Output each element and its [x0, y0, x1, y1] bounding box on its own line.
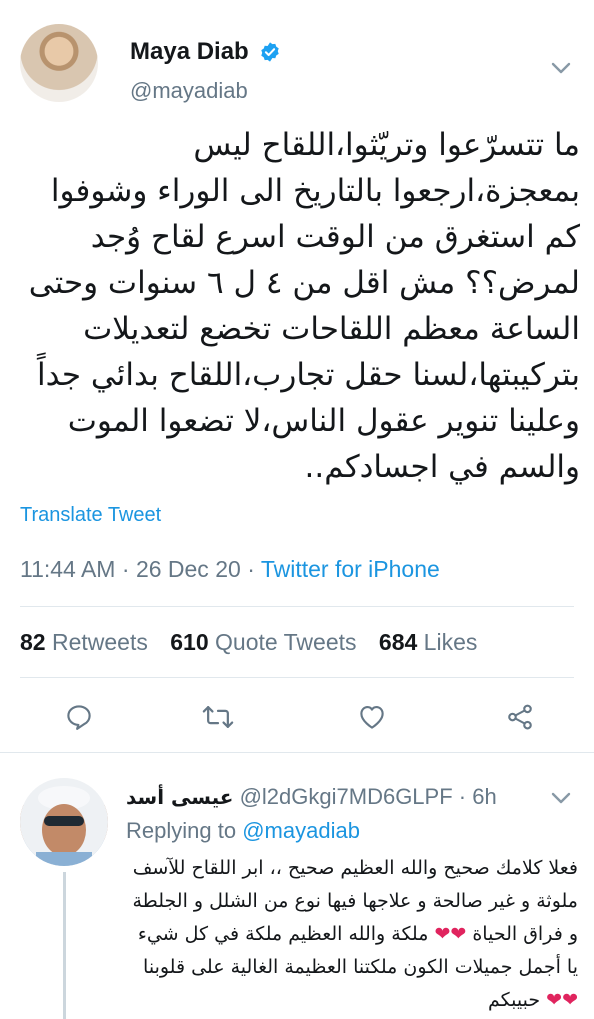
meta-separator: ·: [121, 556, 136, 582]
reply-header: عيسى أسد @l2dGkgi7MD6GLPF · 6h: [126, 784, 497, 810]
quotes-label: Quote Tweets: [215, 629, 357, 655]
red-heart-emoji-icon: ❤❤: [546, 989, 578, 1011]
author-handle[interactable]: @mayadiab: [130, 78, 248, 104]
replying-to-line: Replying to @mayadiab: [126, 818, 360, 844]
chevron-down-icon[interactable]: [548, 788, 574, 808]
retweet-icon: [202, 706, 234, 728]
share-button[interactable]: [498, 695, 542, 739]
chevron-down-icon[interactable]: [548, 58, 574, 78]
section-divider: [0, 752, 594, 753]
replying-to-label: Replying to: [126, 818, 237, 843]
tweet-action-bar: [0, 695, 594, 741]
reply-age[interactable]: 6h: [472, 784, 496, 809]
translate-tweet-link[interactable]: Translate Tweet: [20, 504, 161, 527]
meta-separator: ·: [247, 556, 261, 582]
reply-text-part-3: حبيبكم: [488, 989, 541, 1011]
divider: [20, 606, 574, 607]
retweet-button[interactable]: [196, 695, 240, 739]
retweets-label: Retweets: [51, 629, 148, 655]
avatar-photo: [20, 778, 108, 866]
retweets-stat[interactable]: 82 Retweets: [20, 629, 148, 655]
reply-text: فعلا كلامك صحيح والله العظيم صحيح ،، ابر…: [126, 852, 578, 1017]
author-name[interactable]: Maya Diab: [130, 38, 249, 66]
quotes-count: 610: [170, 629, 209, 655]
thread-connector-line: [63, 872, 66, 1019]
tweet-source-link[interactable]: Twitter for iPhone: [261, 556, 440, 582]
red-heart-emoji-icon: ❤❤: [434, 923, 467, 945]
heart-icon: [360, 705, 384, 729]
author-row[interactable]: Maya Diab: [130, 38, 281, 66]
quote-tweets-stat[interactable]: 610 Quote Tweets: [170, 629, 356, 655]
reply-author-handle[interactable]: @l2dGkgi7MD6GLPF: [240, 784, 453, 809]
engagement-stats: 82 Retweets 610 Quote Tweets 684 Likes: [20, 629, 477, 656]
share-icon: [508, 704, 532, 730]
reply-author-avatar[interactable]: [20, 778, 108, 866]
replying-to-handle[interactable]: @mayadiab: [242, 818, 360, 843]
meta-separator: ·: [458, 784, 473, 809]
tweet-timestamp-row: 11:44 AM · 26 Dec 20 · Twitter for iPhon…: [20, 556, 440, 583]
reply-author-name[interactable]: عيسى أسد: [126, 785, 233, 809]
tweet-text: ما تتسرّعوا وتريّثوا،اللقاح ليس بمعجزة،ا…: [28, 127, 580, 485]
likes-stat[interactable]: 684 Likes: [379, 629, 477, 655]
author-avatar[interactable]: [20, 24, 98, 102]
reply-bubble-icon: [67, 705, 91, 730]
likes-count: 684: [378, 629, 418, 655]
tweet-time[interactable]: 11:44 AM: [20, 556, 115, 582]
retweets-count: 82: [20, 629, 46, 655]
divider: [20, 677, 574, 678]
verified-badge-icon: [261, 42, 279, 62]
likes-label: Likes: [423, 629, 478, 655]
like-button[interactable]: [350, 695, 394, 739]
tweet-date[interactable]: 26 Dec 20: [136, 556, 241, 582]
reply-button[interactable]: [57, 695, 101, 739]
